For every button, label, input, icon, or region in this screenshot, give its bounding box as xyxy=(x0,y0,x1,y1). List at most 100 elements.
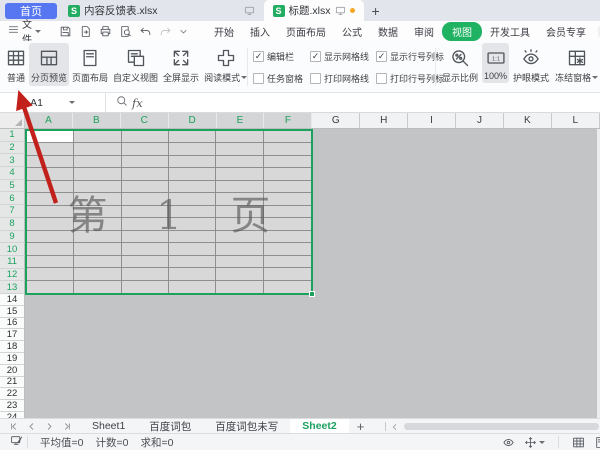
row-header-1[interactable]: 1 xyxy=(0,129,25,142)
cell-name-box[interactable]: A1 xyxy=(0,93,106,112)
grid-cell[interactable] xyxy=(27,268,74,280)
menu-item-6[interactable]: 审阅 xyxy=(406,22,442,41)
horizontal-scrollbar[interactable] xyxy=(385,419,600,434)
column-header-D[interactable]: D xyxy=(169,113,217,128)
menu-item-9[interactable]: 会员专享 xyxy=(538,22,594,41)
fill-handle[interactable] xyxy=(309,291,315,297)
row-header-18[interactable]: 18 xyxy=(0,341,25,353)
menu-item-5[interactable]: 数据 xyxy=(370,22,406,41)
column-header-C[interactable]: C xyxy=(121,113,169,128)
grid-cell[interactable] xyxy=(169,143,216,155)
row-header-12[interactable]: 12 xyxy=(0,269,25,282)
grid-cell[interactable] xyxy=(169,168,216,180)
checkbox-显示行号列标[interactable]: ✓显示行号列标 xyxy=(376,50,444,63)
menu-item-2[interactable]: 插入 xyxy=(242,22,278,41)
normal-view-button[interactable]: 普通 xyxy=(4,43,28,86)
grid-cell[interactable] xyxy=(264,281,311,293)
row-header-15[interactable]: 15 xyxy=(0,306,25,318)
unchecked-checkbox-icon[interactable] xyxy=(376,73,387,84)
grid-view-icon[interactable] xyxy=(572,436,585,449)
grid-cell[interactable] xyxy=(216,268,263,280)
eye-protection-button[interactable]: 护眼模式 xyxy=(511,43,551,86)
grid-cell[interactable] xyxy=(216,218,263,230)
grid-cell[interactable] xyxy=(264,181,311,193)
grid-cell[interactable] xyxy=(74,218,121,230)
grid-cell[interactable] xyxy=(122,131,169,143)
sheet-tab-百度词包未写[interactable]: 百度词包未写 xyxy=(203,419,290,434)
grid-cell[interactable] xyxy=(264,156,311,168)
grid-cell[interactable] xyxy=(74,143,121,155)
grid-cell[interactable] xyxy=(264,231,311,243)
sheet-tab-Sheet2[interactable]: Sheet2 xyxy=(290,419,348,434)
eye-icon[interactable] xyxy=(502,436,515,449)
grid-cell[interactable] xyxy=(122,218,169,230)
row-header-13[interactable]: 13 xyxy=(0,281,25,294)
grid-cell[interactable] xyxy=(264,268,311,280)
full-screen-button[interactable]: 全屏显示 xyxy=(161,43,201,86)
next-sheet-icon[interactable] xyxy=(45,422,54,431)
custom-views-button[interactable]: 自定义视图 xyxy=(111,43,160,86)
grid-cell[interactable] xyxy=(264,193,311,205)
insert-function-button[interactable]: fx xyxy=(132,96,143,110)
sheet-tab-百度词包[interactable]: 百度词包 xyxy=(137,419,203,434)
grid-cell[interactable] xyxy=(122,231,169,243)
column-header-J[interactable]: J xyxy=(456,113,504,128)
zoom-100-button[interactable]: 1:1100% xyxy=(482,43,509,83)
grid-cell[interactable] xyxy=(264,206,311,218)
column-header-G[interactable]: G xyxy=(312,113,360,128)
row-header-3[interactable]: 3 xyxy=(0,154,25,167)
column-header-H[interactable]: H xyxy=(360,113,408,128)
grid-cell[interactable] xyxy=(264,143,311,155)
move-icon[interactable] xyxy=(524,436,537,449)
formula-input[interactable] xyxy=(151,93,600,112)
grid-cell[interactable] xyxy=(27,256,74,268)
grid-cell[interactable] xyxy=(264,218,311,230)
document-tab[interactable]: S标题.xlsx xyxy=(264,0,364,21)
grid-cell[interactable] xyxy=(27,281,74,293)
grid-cell[interactable] xyxy=(74,181,121,193)
row-header-17[interactable]: 17 xyxy=(0,329,25,341)
grid-cell[interactable] xyxy=(169,268,216,280)
grid-cell[interactable] xyxy=(122,168,169,180)
unchecked-checkbox-icon[interactable] xyxy=(253,73,264,84)
grid-cell[interactable] xyxy=(169,156,216,168)
page-break-preview-button[interactable]: 分页预览 xyxy=(29,43,69,86)
grid-cell[interactable] xyxy=(216,181,263,193)
grid-cell[interactable] xyxy=(27,143,74,155)
row-header-11[interactable]: 11 xyxy=(0,256,25,269)
sheet-tab-Sheet1[interactable]: Sheet1 xyxy=(80,419,137,434)
page-layout-view-icon[interactable] xyxy=(594,436,600,449)
grid-cell[interactable] xyxy=(169,243,216,255)
grid-cell[interactable] xyxy=(122,193,169,205)
column-header-B[interactable]: B xyxy=(73,113,121,128)
grid-cell[interactable] xyxy=(74,268,121,280)
grid-cell[interactable] xyxy=(216,131,263,143)
grid-cell[interactable] xyxy=(27,181,74,193)
grid-cell[interactable] xyxy=(74,243,121,255)
grid-cell[interactable] xyxy=(216,256,263,268)
zoom-scale-button[interactable]: 显示比例 xyxy=(440,43,480,86)
grid-cell[interactable] xyxy=(122,156,169,168)
checkbox-编辑栏[interactable]: ✓编辑栏 xyxy=(253,50,303,63)
row-header-20[interactable]: 20 xyxy=(0,365,25,377)
grid-cell[interactable] xyxy=(169,131,216,143)
active-cell-A1[interactable] xyxy=(27,131,74,143)
grid-cell[interactable] xyxy=(264,243,311,255)
grid-cell[interactable] xyxy=(122,243,169,255)
grid-cell[interactable] xyxy=(264,256,311,268)
grid-cell[interactable] xyxy=(216,156,263,168)
grid-cell[interactable] xyxy=(216,206,263,218)
grid-cell[interactable] xyxy=(27,168,74,180)
checked-checkbox-icon[interactable]: ✓ xyxy=(253,51,264,62)
grid-cell[interactable] xyxy=(27,206,74,218)
grid-cell[interactable] xyxy=(74,193,121,205)
prev-sheet-icon[interactable] xyxy=(27,422,36,431)
row-header-4[interactable]: 4 xyxy=(0,167,25,180)
page-layout-button[interactable]: 页面布局 xyxy=(70,43,110,86)
row-header-7[interactable]: 7 xyxy=(0,205,25,218)
grid-cell[interactable] xyxy=(74,281,121,293)
row-header-21[interactable]: 21 xyxy=(0,377,25,389)
grid-cell[interactable] xyxy=(216,193,263,205)
row-header-14[interactable]: 14 xyxy=(0,294,25,306)
column-header-F[interactable]: F xyxy=(264,113,312,128)
